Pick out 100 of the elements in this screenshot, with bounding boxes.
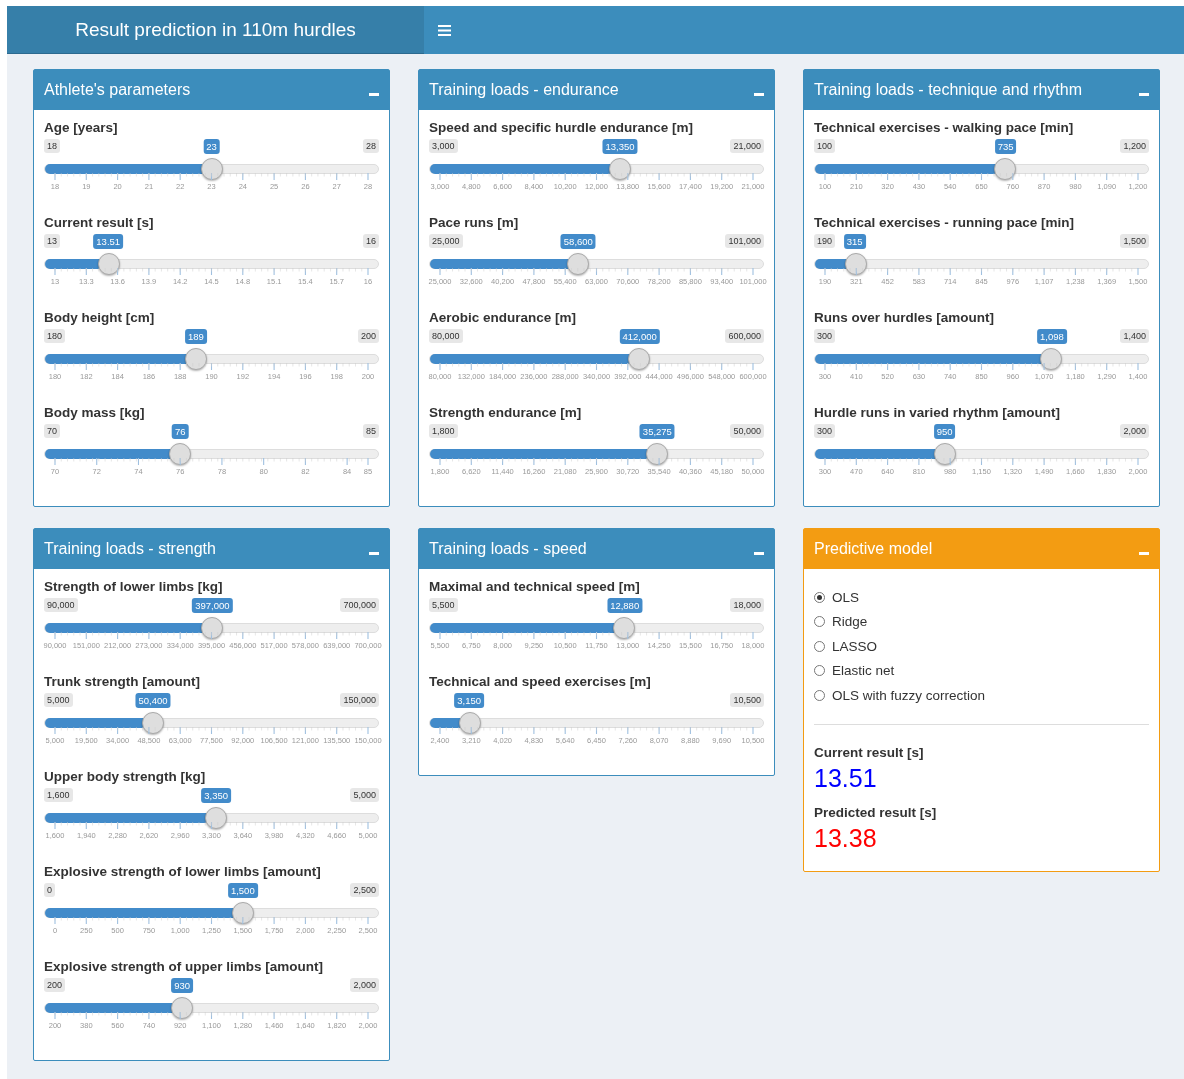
slider-track[interactable]	[44, 443, 379, 465]
value-label: 1,500	[227, 883, 258, 898]
slider-handle[interactable]	[844, 253, 867, 275]
slider-track[interactable]	[814, 158, 1149, 180]
min-label: 200	[44, 978, 66, 992]
slider-label: Age [years]	[44, 120, 119, 135]
max-label: 1,400	[1120, 329, 1149, 343]
slider-handle[interactable]	[458, 712, 481, 734]
slider-handle[interactable]	[184, 348, 207, 370]
max-label: 28	[363, 139, 379, 153]
option-label: Ridge	[832, 614, 868, 630]
min-label: 80,000	[429, 329, 463, 343]
radio-button[interactable]	[814, 640, 825, 652]
value-label: 35,275	[639, 424, 675, 439]
radio-button[interactable]	[814, 591, 825, 603]
slider-label: Technical exercises - running pace [min]	[814, 215, 1076, 230]
value-label: 76	[171, 424, 189, 439]
collapse-icon[interactable]	[754, 551, 764, 555]
slider-handle[interactable]	[97, 253, 120, 275]
slider-track[interactable]	[44, 807, 379, 829]
value-label: 58,600	[560, 234, 596, 249]
collapse-icon[interactable]	[1139, 92, 1149, 96]
slider-handle[interactable]	[628, 348, 651, 370]
slider-track[interactable]	[814, 348, 1149, 370]
slider-handle[interactable]	[142, 712, 165, 734]
slider-track[interactable]	[429, 617, 764, 639]
min-label: 5,000	[44, 693, 73, 707]
slider-label: Strength endurance [m]	[429, 405, 583, 420]
value-label: 315	[843, 234, 866, 249]
radio-option[interactable]: Elastic net	[814, 658, 1149, 683]
slider-handle[interactable]	[1040, 348, 1063, 370]
radio-button[interactable]	[814, 689, 825, 701]
slider-track[interactable]	[44, 617, 379, 639]
slider-handle[interactable]	[567, 253, 590, 275]
max-label: 2,500	[350, 883, 379, 897]
slider-handle[interactable]	[171, 997, 194, 1019]
radio-button[interactable]	[814, 665, 825, 677]
value-label: 1,098	[1037, 329, 1067, 344]
collapse-icon[interactable]	[754, 92, 764, 96]
slider-handle[interactable]	[231, 902, 254, 924]
min-label: 25,000	[429, 234, 463, 248]
min-label: 190	[814, 234, 836, 248]
slider-track[interactable]	[814, 443, 1149, 465]
radio-option[interactable]: OLS	[814, 585, 1149, 610]
collapse-icon[interactable]	[1139, 551, 1149, 555]
slider-track[interactable]	[429, 253, 764, 275]
collapse-icon[interactable]	[369, 92, 379, 96]
slider-track[interactable]	[429, 348, 764, 370]
slider-track[interactable]	[44, 902, 379, 924]
radio-option[interactable]: LASSO	[814, 634, 1149, 659]
radio-option[interactable]: OLS with fuzzy correction	[814, 683, 1149, 708]
min-label: 300	[814, 329, 836, 343]
min-label: 90,000	[44, 598, 78, 612]
value-label: 3,150	[454, 693, 484, 708]
slider-track[interactable]	[44, 712, 379, 734]
slider-track[interactable]	[429, 158, 764, 180]
slider-handle[interactable]	[169, 443, 192, 465]
result-value: 13.51	[814, 763, 878, 793]
slider-handle[interactable]	[933, 443, 956, 465]
panel-title: Predictive model	[814, 540, 933, 558]
min-label: 70	[44, 424, 60, 438]
max-label: 200	[357, 329, 379, 343]
slider-label: Hurdle runs in varied rhythm [amount]	[814, 405, 1062, 420]
max-label: 1,200	[1120, 139, 1149, 153]
radio-button[interactable]	[814, 616, 825, 628]
menu-icon[interactable]	[438, 24, 451, 36]
slider-handle[interactable]	[994, 158, 1017, 180]
slider-handle[interactable]	[205, 807, 228, 829]
slider-handle[interactable]	[613, 617, 636, 639]
value-label: 13.51	[93, 234, 124, 249]
slider-label: Technical exercises - walking pace [min]	[814, 120, 1075, 135]
slider-track[interactable]	[429, 712, 764, 734]
slider-handle[interactable]	[646, 443, 668, 465]
slider-track[interactable]	[44, 997, 379, 1019]
slider-track[interactable]	[429, 443, 764, 465]
min-label: 18	[44, 139, 60, 153]
max-label: 5,000	[350, 788, 379, 802]
max-label: 50,000	[730, 424, 764, 438]
max-label: 16	[363, 234, 379, 248]
slider-label: Aerobic endurance [m]	[429, 310, 578, 325]
slider-label: Maximal and technical speed [m]	[429, 579, 641, 594]
slider-handle[interactable]	[200, 158, 223, 180]
value-label: 23	[203, 139, 220, 154]
panel-title: Training loads - strength	[44, 540, 216, 558]
slider-handle[interactable]	[608, 158, 631, 180]
value-label: 13,350	[602, 139, 638, 154]
slider-handle[interactable]	[201, 617, 224, 639]
panel-title: Training loads - endurance	[429, 81, 619, 99]
collapse-icon[interactable]	[369, 551, 379, 555]
result-value: 13.38	[814, 823, 878, 853]
slider-track[interactable]	[44, 348, 379, 370]
slider-track[interactable]	[814, 253, 1149, 275]
value-label: 412,000	[619, 329, 660, 344]
slider-track[interactable]	[44, 253, 379, 275]
value-label: 950	[933, 424, 956, 439]
slider-label: Speed and specific hurdle endurance [m]	[429, 120, 695, 135]
slider-track[interactable]	[44, 158, 379, 180]
radio-option[interactable]: Ridge	[814, 609, 1149, 634]
max-label: 1,500	[1120, 234, 1149, 248]
slider-label: Body height [cm]	[44, 310, 156, 325]
